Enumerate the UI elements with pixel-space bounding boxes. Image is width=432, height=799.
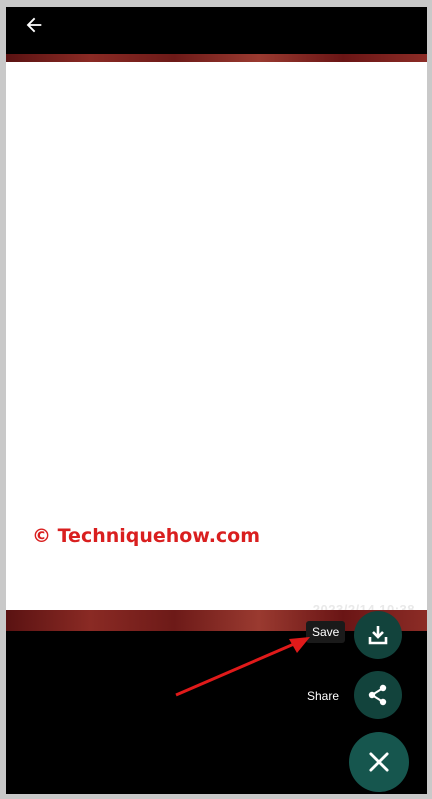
close-button[interactable] [349,732,409,792]
share-icon [368,684,387,706]
save-button[interactable] [354,611,402,659]
photo-timestamp: 2023/2/14 10:38 [312,602,415,610]
photo-viewer-screen: © Techniquehow.com 2023/2/14 10:38 Save … [6,7,427,794]
arrow-left-icon [26,17,42,33]
download-icon [368,626,388,645]
photo-edge-top [6,54,427,62]
close-icon [369,752,389,772]
watermark-text: © Techniquehow.com [32,525,261,547]
back-button[interactable] [20,11,48,39]
device-frame: © Techniquehow.com 2023/2/14 10:38 Save … [0,0,432,799]
top-bar [6,7,427,54]
share-button[interactable] [354,671,402,719]
save-label: Save [306,621,346,643]
share-label: Share [307,689,340,703]
